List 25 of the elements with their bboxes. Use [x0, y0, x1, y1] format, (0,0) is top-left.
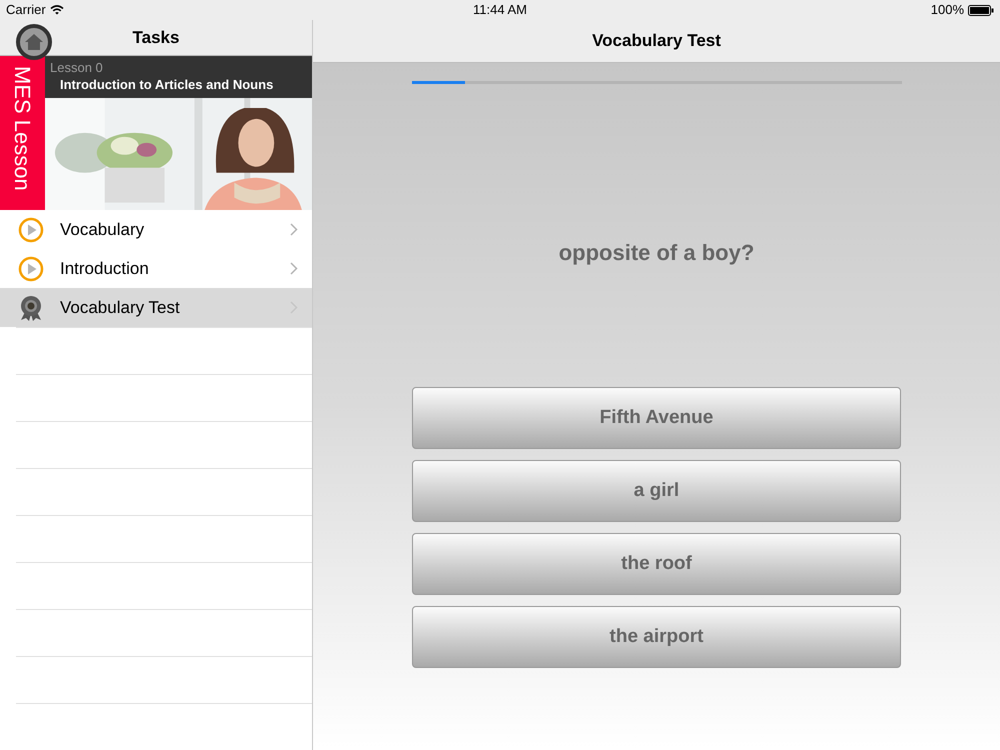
answer-button[interactable]: Fifth Avenue	[412, 387, 901, 449]
page-title: Vocabulary Test	[592, 30, 721, 52]
task-label: Vocabulary	[60, 219, 146, 242]
question-text: opposite of a boy?	[558, 239, 754, 267]
task-label: Introduction	[60, 258, 150, 280]
chevron-icon	[290, 262, 298, 276]
answer-button[interactable]: a girl	[412, 460, 901, 522]
lesson-title: Introduction to Articles and Nouns	[59, 76, 274, 94]
battery-icon	[968, 4, 994, 16]
wifi-icon	[50, 5, 64, 15]
sidebar-title: Tasks	[132, 26, 180, 49]
answer-button[interactable]: the airport	[412, 606, 901, 668]
clock: 11:44 AM	[473, 1, 527, 20]
home-icon	[25, 34, 43, 50]
task-label: Vocabulary Test	[60, 296, 181, 319]
chevron-icon	[290, 223, 298, 236]
brand-label: MES Lesson	[9, 66, 36, 190]
play-icon	[18, 256, 44, 282]
carrier-label: Carrier	[6, 1, 46, 20]
play-icon	[18, 216, 44, 243]
lesson-number: Lesson 0	[50, 60, 104, 76]
task-row[interactable]: Vocabulary Test	[0, 288, 312, 327]
home-button[interactable]	[16, 24, 52, 60]
battery-percent: 100%	[930, 1, 964, 20]
answer-button[interactable]: the roof	[412, 533, 901, 595]
